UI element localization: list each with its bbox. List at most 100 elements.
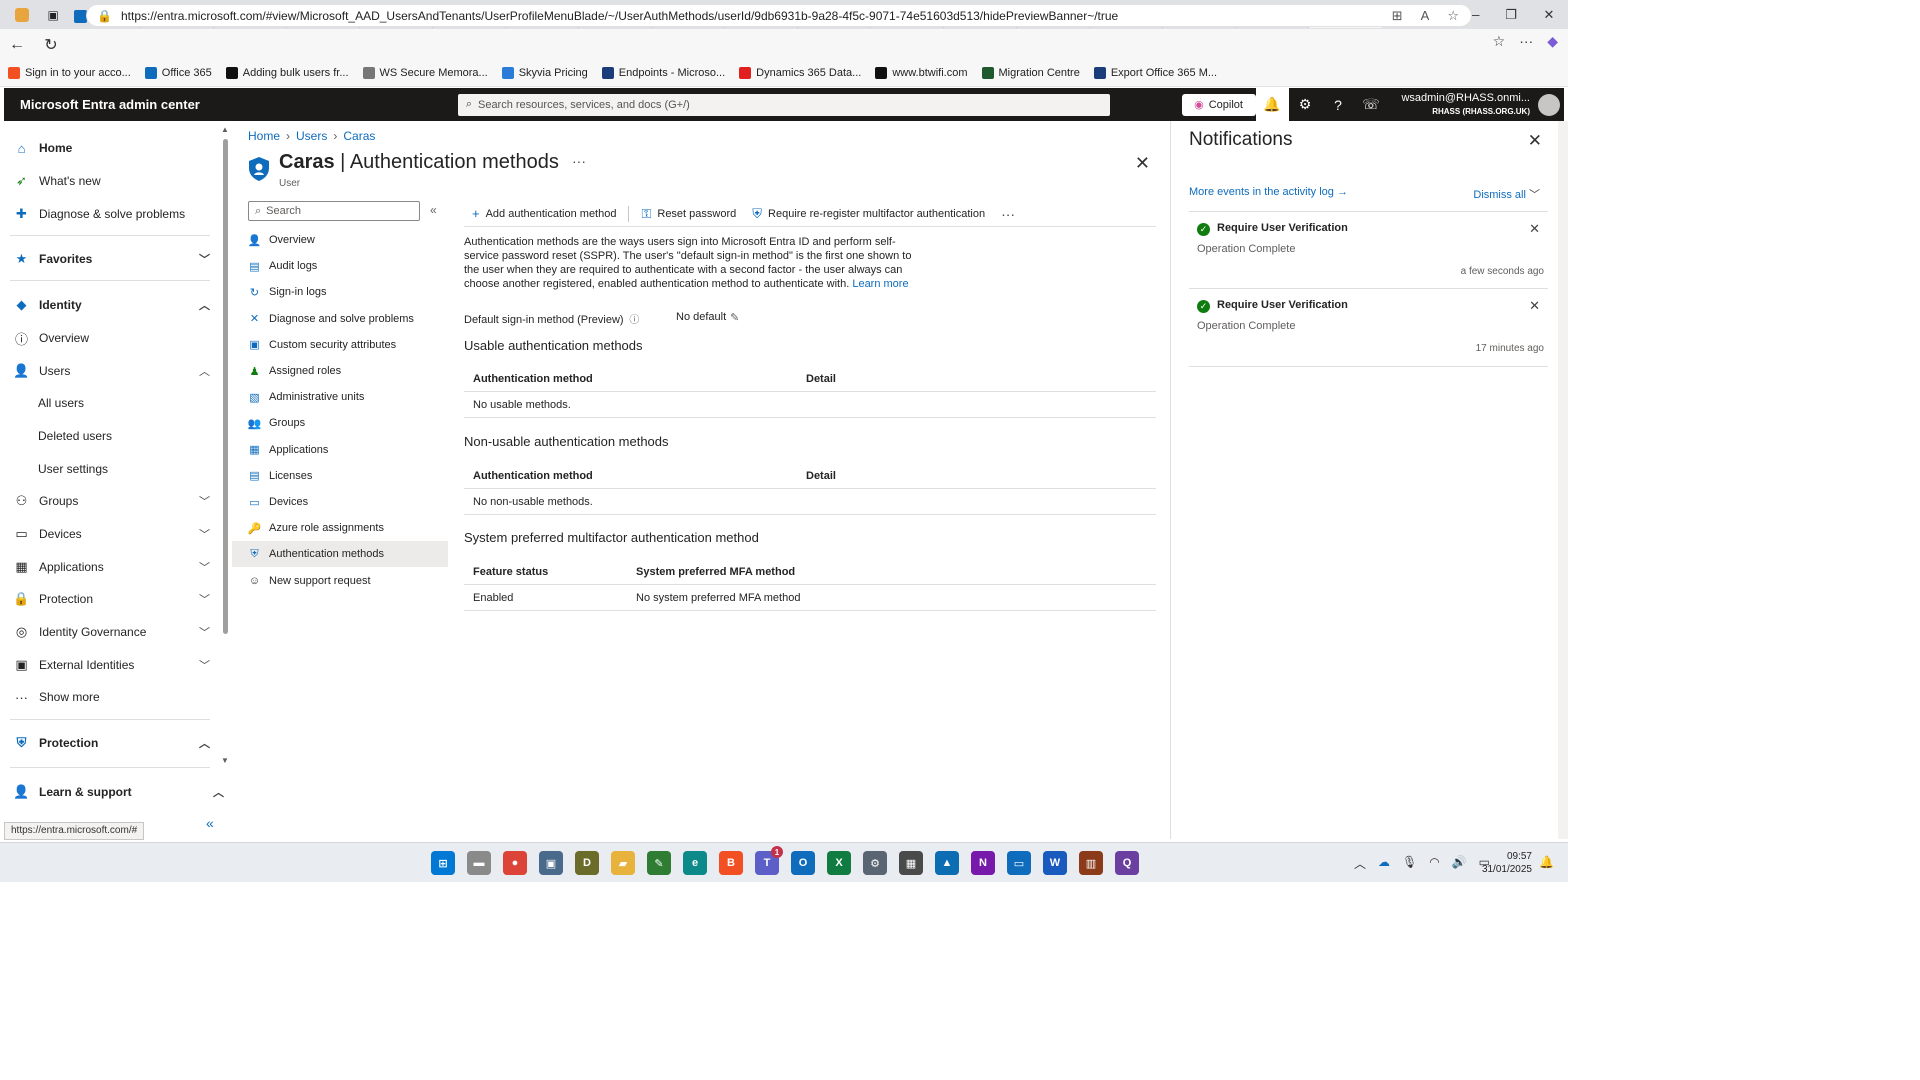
activity-log-link[interactable]: More events in the activity log → [1189, 186, 1348, 198]
account-info[interactable]: wsadmin@RHASS.onmi... RHASS (RHASS.ORG.U… [1401, 92, 1530, 118]
bookmark-item[interactable]: Sign in to your acco... [8, 67, 131, 79]
edit-pencil-icon[interactable]: ✎ [730, 311, 739, 326]
start-button[interactable]: ⊞ [431, 851, 455, 875]
add-authentication-method-button[interactable]: + Add authentication method [464, 206, 624, 221]
nav-overview[interactable]: ⓘ Overview [4, 323, 220, 353]
scrollbar-thumb[interactable] [223, 139, 228, 634]
nav-devices[interactable]: ▭ Devices ﹀ [4, 519, 220, 549]
notifications-bell-icon[interactable]: 🔔 [1255, 88, 1289, 121]
menu-item-authentication-methods[interactable]: ⛨ Authentication methods [232, 541, 448, 568]
breadcrumb-home[interactable]: Home [248, 129, 280, 143]
bookmark-item[interactable]: Dynamics 365 Data... [739, 67, 861, 79]
menu-item-azure-role-assignments[interactable]: 🔑 Azure role assignments [232, 515, 448, 541]
calculator-app[interactable]: ▦ [899, 851, 923, 875]
copilot-sidebar-icon[interactable]: ◆ [1547, 33, 1558, 50]
excel-app[interactable]: X [827, 851, 851, 875]
page-scrollbar[interactable] [1558, 121, 1568, 839]
breadcrumb-users[interactable]: Users [296, 129, 327, 143]
show-hidden-icons-icon[interactable]: ︿ [1354, 855, 1366, 872]
dismiss-notification-icon[interactable]: ✕ [1529, 221, 1540, 237]
help-icon[interactable]: ? [1321, 88, 1354, 121]
scroll-down-arrow-icon[interactable]: ▼ [221, 756, 229, 765]
read-aloud-icon[interactable]: A [1421, 8, 1430, 24]
close-blade-icon[interactable]: ✕ [1135, 153, 1150, 174]
breadcrumb-caras[interactable]: Caras [343, 129, 375, 143]
restore-button[interactable]: ❐ [1492, 0, 1530, 29]
notification-center-icon[interactable]: 🔔 [1539, 855, 1554, 869]
menu-search-input[interactable]: ⌕ Search [248, 201, 420, 221]
back-button[interactable]: ← [0, 36, 34, 54]
scroll-up-arrow-icon[interactable]: ▲ [221, 125, 229, 134]
settings-gear-icon[interactable]: ⚙ [1289, 88, 1322, 121]
menu-item-administrative-units[interactable]: ▧ Administrative units [232, 384, 448, 410]
menu-item-audit-logs[interactable]: ▤ Audit logs [232, 253, 448, 279]
nav-all-users[interactable]: All users [4, 388, 220, 418]
app-install-icon[interactable]: ⊞ [1392, 8, 1403, 24]
favorite-star-icon[interactable]: ☆ [1447, 8, 1459, 24]
collapse-menu-icon[interactable]: « [430, 203, 437, 217]
nav-home[interactable]: ⌂ Home [4, 133, 220, 163]
left-nav-scrollbar[interactable]: ▲ ▼ [221, 125, 230, 765]
nav-deleted-users[interactable]: Deleted users [4, 421, 220, 451]
taskbar-clock[interactable]: 09:57 31/01/2025 [1482, 850, 1532, 876]
site-info-icon[interactable]: 🔒 [97, 9, 112, 23]
collapse-nav-icon[interactable]: « [206, 815, 214, 831]
nav-user-settings[interactable]: User settings [4, 454, 220, 484]
wifi-icon[interactable]: ◠ [1429, 855, 1439, 872]
require-reregister-mfa-button[interactable]: ⛨ Require re-register multifactor authen… [744, 206, 993, 222]
nav-external-identities[interactable]: ▣ External Identities ﹀ [4, 650, 220, 680]
close-notifications-icon[interactable]: ✕ [1528, 131, 1542, 151]
copilot-button[interactable]: ◉ Copilot [1181, 93, 1256, 116]
info-icon[interactable]: ⓘ [627, 315, 639, 326]
nav-protection[interactable]: 🔒 Protection ﹀ [4, 584, 220, 614]
nav-identity[interactable]: ◆ Identity ︿ [4, 290, 220, 320]
learn-more-link[interactable]: Learn more [852, 278, 908, 290]
outlook-app[interactable]: O [791, 851, 815, 875]
menu-item-groups[interactable]: 👥 Groups [232, 410, 448, 436]
notepad-app[interactable]: ✎ [647, 851, 671, 875]
global-search-input[interactable]: ⌕ Search resources, services, and docs (… [457, 93, 1110, 116]
dismiss-notification-icon[interactable]: ✕ [1529, 298, 1540, 314]
nav-users[interactable]: 👤 Users ︿ [4, 356, 220, 386]
notification-card[interactable]: ✓ Require User Verification ✕ Operation … [1189, 211, 1548, 289]
volume-icon[interactable]: 🔊 [1452, 855, 1467, 872]
file-explorer-app[interactable]: ▬ [467, 851, 491, 875]
folder-app[interactable]: ▰ [611, 851, 635, 875]
portal-brand[interactable]: Microsoft Entra admin center [4, 97, 458, 112]
nav-whats-new[interactable]: ➶ What's new [4, 166, 220, 196]
nav-diagnose[interactable]: ✚ Diagnose & solve problems [4, 199, 220, 229]
menu-item-sign-in-logs[interactable]: ↻ Sign-in logs [232, 279, 448, 305]
nav-protection-section[interactable]: ⛨ Protection ︿ [4, 728, 220, 758]
menu-item-diagnose-and-solve-problems[interactable]: ✕ Diagnose and solve problems [232, 306, 448, 332]
tab-actions-icon[interactable]: ▣ [47, 8, 58, 22]
close-window-button[interactable]: ✕ [1530, 0, 1568, 29]
nav-applications[interactable]: ▦ Applications ﹀ [4, 552, 220, 582]
menu-item-applications[interactable]: ▦ Applications [232, 437, 448, 463]
nav-favorites[interactable]: ★ Favorites ﹀ [4, 244, 220, 274]
nav-identity-governance[interactable]: ◎ Identity Governance ﹀ [4, 617, 220, 647]
more-commands-icon[interactable]: ··· [993, 206, 1015, 222]
title-more-options-icon[interactable]: ··· [572, 153, 586, 169]
bookmark-item[interactable]: Migration Centre [981, 67, 1080, 79]
menu-item-licenses[interactable]: ▤ Licenses [232, 463, 448, 489]
network-app[interactable]: ▣ [539, 851, 563, 875]
microphone-icon[interactable]: 🎙 [1402, 855, 1417, 872]
dns-app[interactable]: D [575, 851, 599, 875]
reset-password-button[interactable]: ⚿ Reset password [633, 206, 744, 222]
winrar-app[interactable]: ▥ [1079, 851, 1103, 875]
bookmark-item[interactable]: Endpoints - Microso... [601, 67, 725, 79]
avatar[interactable] [1538, 93, 1560, 116]
menu-item-overview[interactable]: 👤 Overview [232, 227, 448, 253]
bookmark-item[interactable]: Skyvia Pricing [501, 67, 588, 79]
word-app[interactable]: W [1043, 851, 1067, 875]
menu-item-devices[interactable]: ▭ Devices [232, 489, 448, 515]
menu-item-assigned-roles[interactable]: ♟ Assigned roles [232, 358, 448, 384]
chrome-app[interactable]: ● [503, 851, 527, 875]
bookmark-item[interactable]: Adding bulk users fr... [225, 67, 349, 79]
edge-app[interactable]: e [683, 851, 707, 875]
address-bar[interactable]: 🔒 https://entra.microsoft.com/#view/Micr… [86, 4, 1472, 27]
menu-item-custom-security-attributes[interactable]: ▣ Custom security attributes [232, 332, 448, 358]
photos-app[interactable]: ▲ [935, 851, 959, 875]
bookmark-item[interactable]: www.btwifi.com [875, 67, 968, 79]
onedrive-icon[interactable]: ☁ [1378, 855, 1390, 872]
